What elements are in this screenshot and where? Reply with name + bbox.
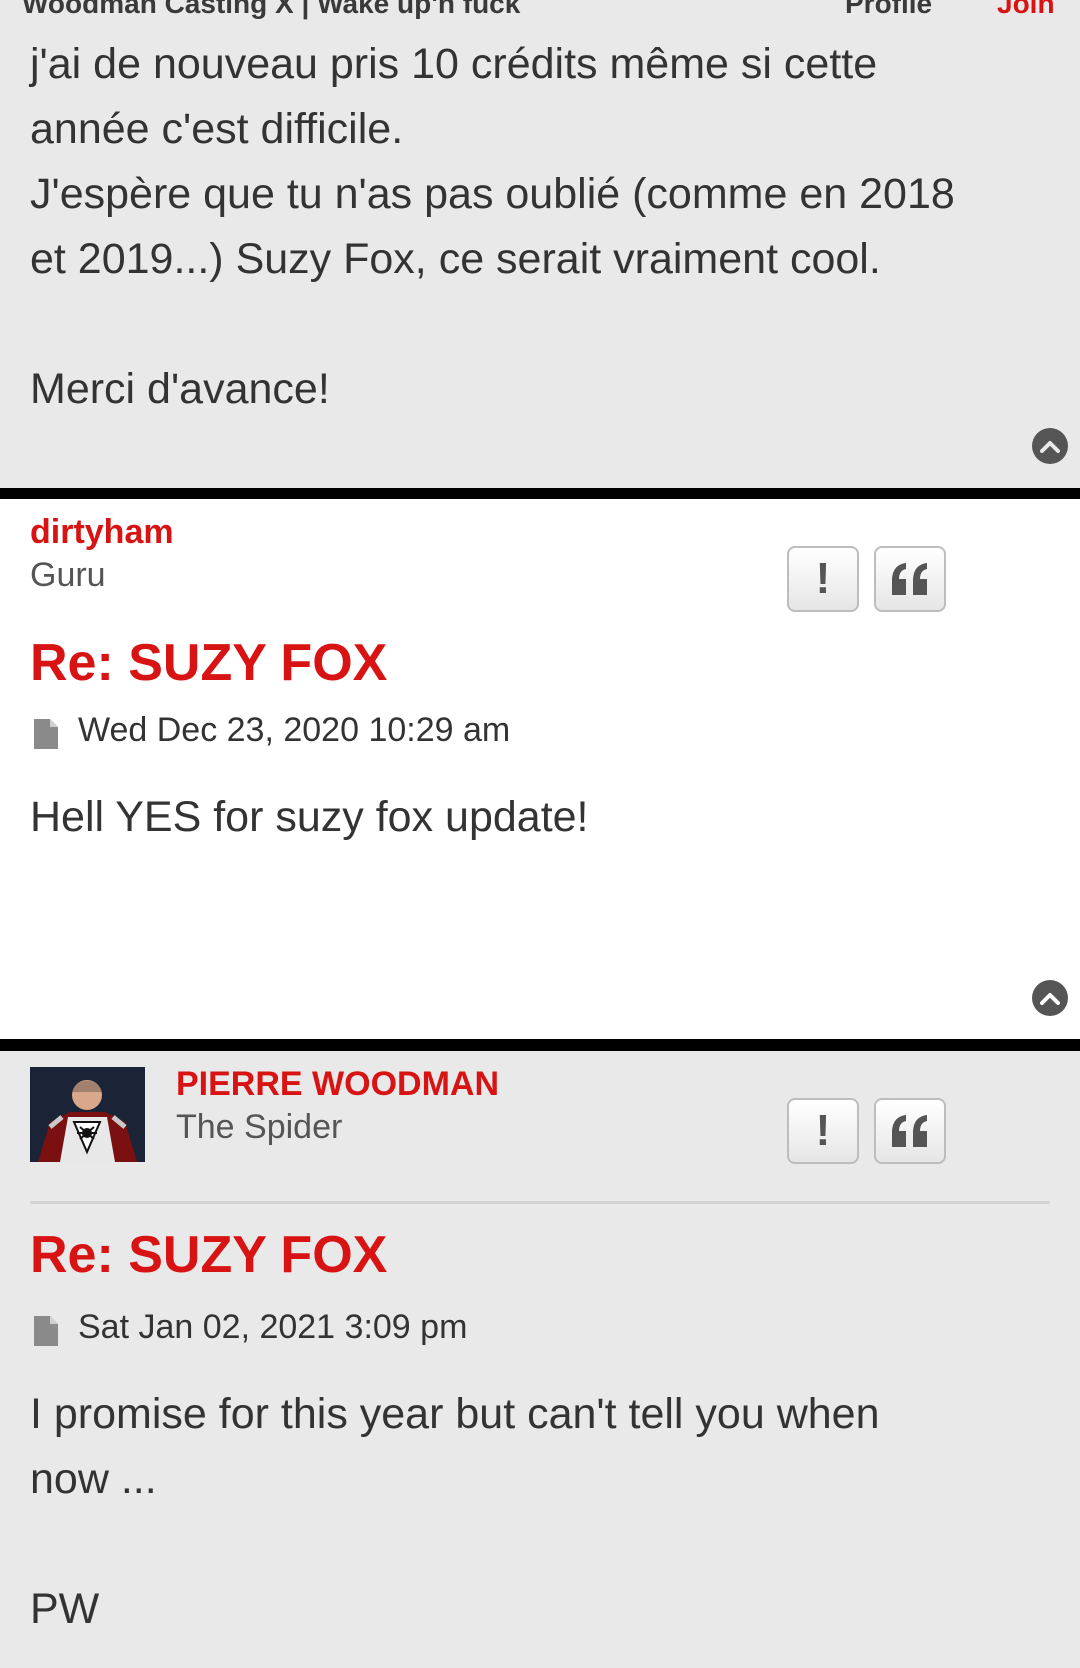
quote-icon: [892, 1115, 927, 1147]
join-link[interactable]: Join: [997, 0, 1055, 20]
post-title[interactable]: Re: SUZY FOX: [30, 633, 387, 693]
post-body-line: année c'est difficile.: [30, 105, 404, 153]
back-to-top-button[interactable]: [1032, 980, 1068, 1016]
post-body-line: Hell YES for suzy fox update!: [30, 793, 589, 841]
post-body-line: [30, 292, 955, 357]
post-previous: j'ai de nouveau pris 10 crédits même si …: [0, 38, 1080, 488]
quote-button[interactable]: [874, 1098, 946, 1164]
post-separator: [0, 488, 1080, 499]
avatar[interactable]: [30, 1067, 145, 1162]
post-author[interactable]: dirtyham: [30, 513, 174, 552]
post-body-line: now ...: [30, 1455, 157, 1503]
post-body: I promise for this year but can't tell y…: [30, 1382, 880, 1642]
back-to-top-button[interactable]: [1032, 428, 1068, 464]
file-icon[interactable]: [32, 1314, 60, 1348]
site-title[interactable]: Woodman Casting X | Wake up'n fuck: [22, 0, 520, 20]
post-author[interactable]: PIERRE WOODMAN: [176, 1065, 499, 1104]
chevron-up-icon: [1040, 441, 1060, 453]
quote-icon: [892, 563, 927, 595]
post-body-line: PW: [30, 1585, 100, 1633]
post-title[interactable]: Re: SUZY FOX: [30, 1225, 387, 1285]
author-rank: The Spider: [176, 1108, 343, 1146]
post-body-line: et 2019...) Suzy Fox, ce serait vraiment…: [30, 235, 881, 283]
exclamation-icon: !: [815, 554, 831, 603]
post-dirtyham: dirtyham Guru ! Re: SUZY FOX Wed Dec 23,…: [0, 499, 1080, 1039]
post-date: Wed Dec 23, 2020 10:29 am: [78, 711, 511, 749]
post-body-line: J'espère que tu n'as pas oublié (comme e…: [30, 170, 955, 218]
chevron-up-icon: [1040, 993, 1060, 1005]
spider-avatar-image: [30, 1067, 145, 1162]
file-icon[interactable]: [32, 717, 60, 751]
post-pierre-woodman: PIERRE WOODMAN The Spider ! Re: SUZY FOX…: [0, 1051, 1080, 1668]
post-body-line: Merci d'avance!: [30, 365, 330, 413]
exclamation-icon: !: [815, 1106, 831, 1155]
post-body-line: I promise for this year but can't tell y…: [30, 1390, 880, 1438]
report-button[interactable]: !: [787, 1098, 859, 1164]
author-rank: Guru: [30, 556, 106, 594]
post-body: Hell YES for suzy fox update!: [30, 785, 589, 850]
post-body-line: [30, 1512, 880, 1577]
post-separator: [0, 1039, 1080, 1051]
quote-button[interactable]: [874, 546, 946, 612]
post-date: Sat Jan 02, 2021 3:09 pm: [78, 1308, 468, 1346]
post-divider: [30, 1201, 1050, 1204]
profile-link[interactable]: Profile: [845, 0, 932, 20]
post-body: j'ai de nouveau pris 10 crédits même si …: [30, 32, 955, 422]
post-body-line: j'ai de nouveau pris 10 crédits même si …: [30, 40, 878, 88]
report-button[interactable]: !: [787, 546, 859, 612]
